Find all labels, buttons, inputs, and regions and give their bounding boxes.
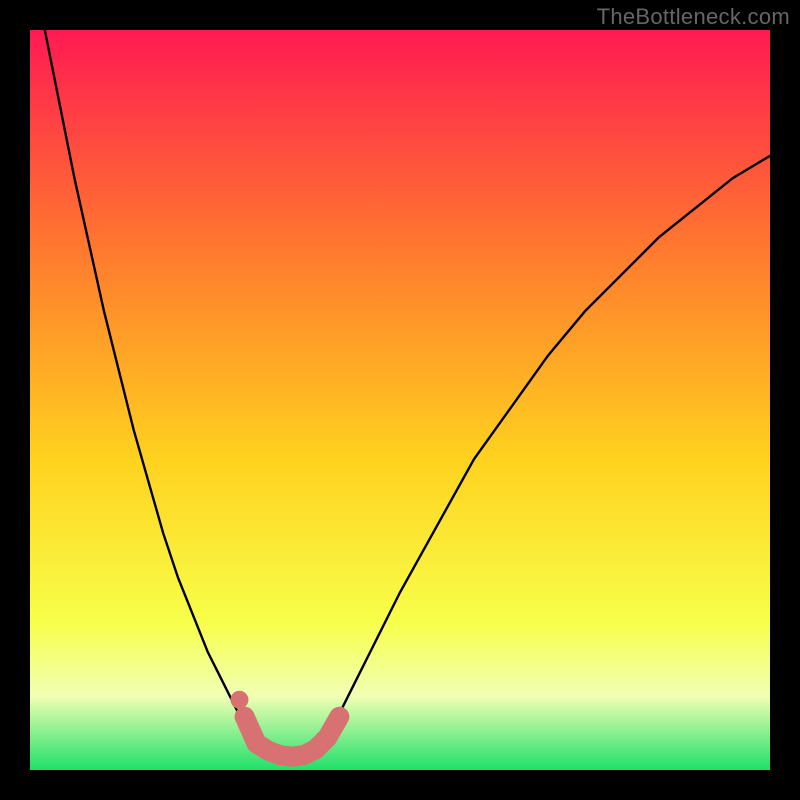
gradient-background bbox=[30, 30, 770, 770]
bottleneck-chart bbox=[30, 30, 770, 770]
watermark-text: TheBottleneck.com bbox=[597, 4, 790, 30]
plot-area bbox=[30, 30, 770, 770]
chart-container: TheBottleneck.com bbox=[0, 0, 800, 800]
marker-lone-dot bbox=[230, 691, 248, 709]
